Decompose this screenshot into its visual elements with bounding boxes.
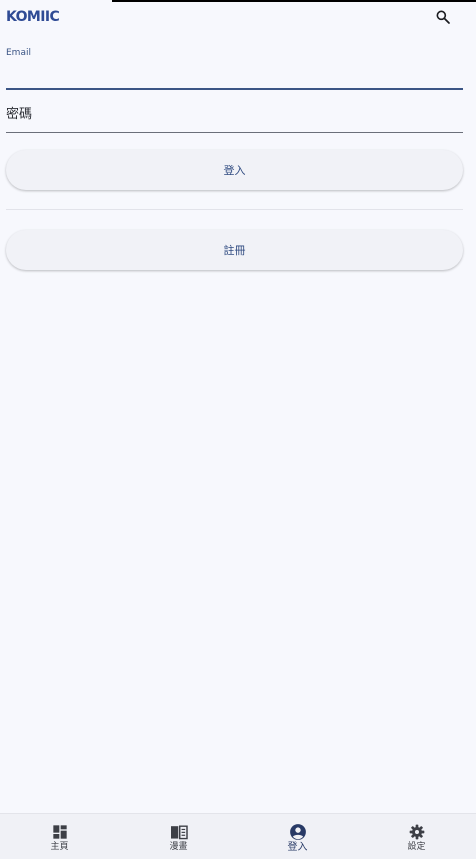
- email-field[interactable]: Email: [6, 44, 463, 90]
- nav-item-home[interactable]: 主頁: [0, 814, 119, 859]
- password-placeholder: 密碼: [6, 107, 33, 122]
- gear-icon: [408, 823, 426, 841]
- app-bar: KOMIIC: [0, 2, 476, 32]
- dashboard-icon: [51, 823, 69, 841]
- komiic-logo[interactable]: KOMIIC: [6, 8, 60, 26]
- nav-label-settings: 設定: [407, 842, 426, 852]
- search-button[interactable]: [432, 6, 454, 28]
- email-label: Email: [6, 48, 31, 58]
- nav-label-login: 登入: [287, 842, 308, 853]
- bottom-navigation: 主頁 漫畫 登入 設定: [0, 813, 476, 859]
- login-button-label: 登入: [223, 164, 246, 177]
- password-field[interactable]: 密碼: [6, 96, 463, 133]
- nav-label-home: 主頁: [50, 842, 69, 852]
- logo-wordmark: KOMIIC: [6, 9, 60, 25]
- login-button[interactable]: 登入: [6, 150, 463, 190]
- register-button-label: 註冊: [223, 244, 246, 257]
- nav-label-comics: 漫畫: [169, 842, 188, 852]
- search-icon: [436, 10, 450, 24]
- divider: [6, 209, 463, 210]
- account-circle-icon: [289, 823, 307, 841]
- book-icon: [170, 823, 188, 841]
- nav-item-login[interactable]: 登入: [238, 814, 357, 859]
- register-button[interactable]: 註冊: [6, 230, 463, 270]
- nav-item-settings[interactable]: 設定: [357, 814, 476, 859]
- nav-item-comics[interactable]: 漫畫: [119, 814, 238, 859]
